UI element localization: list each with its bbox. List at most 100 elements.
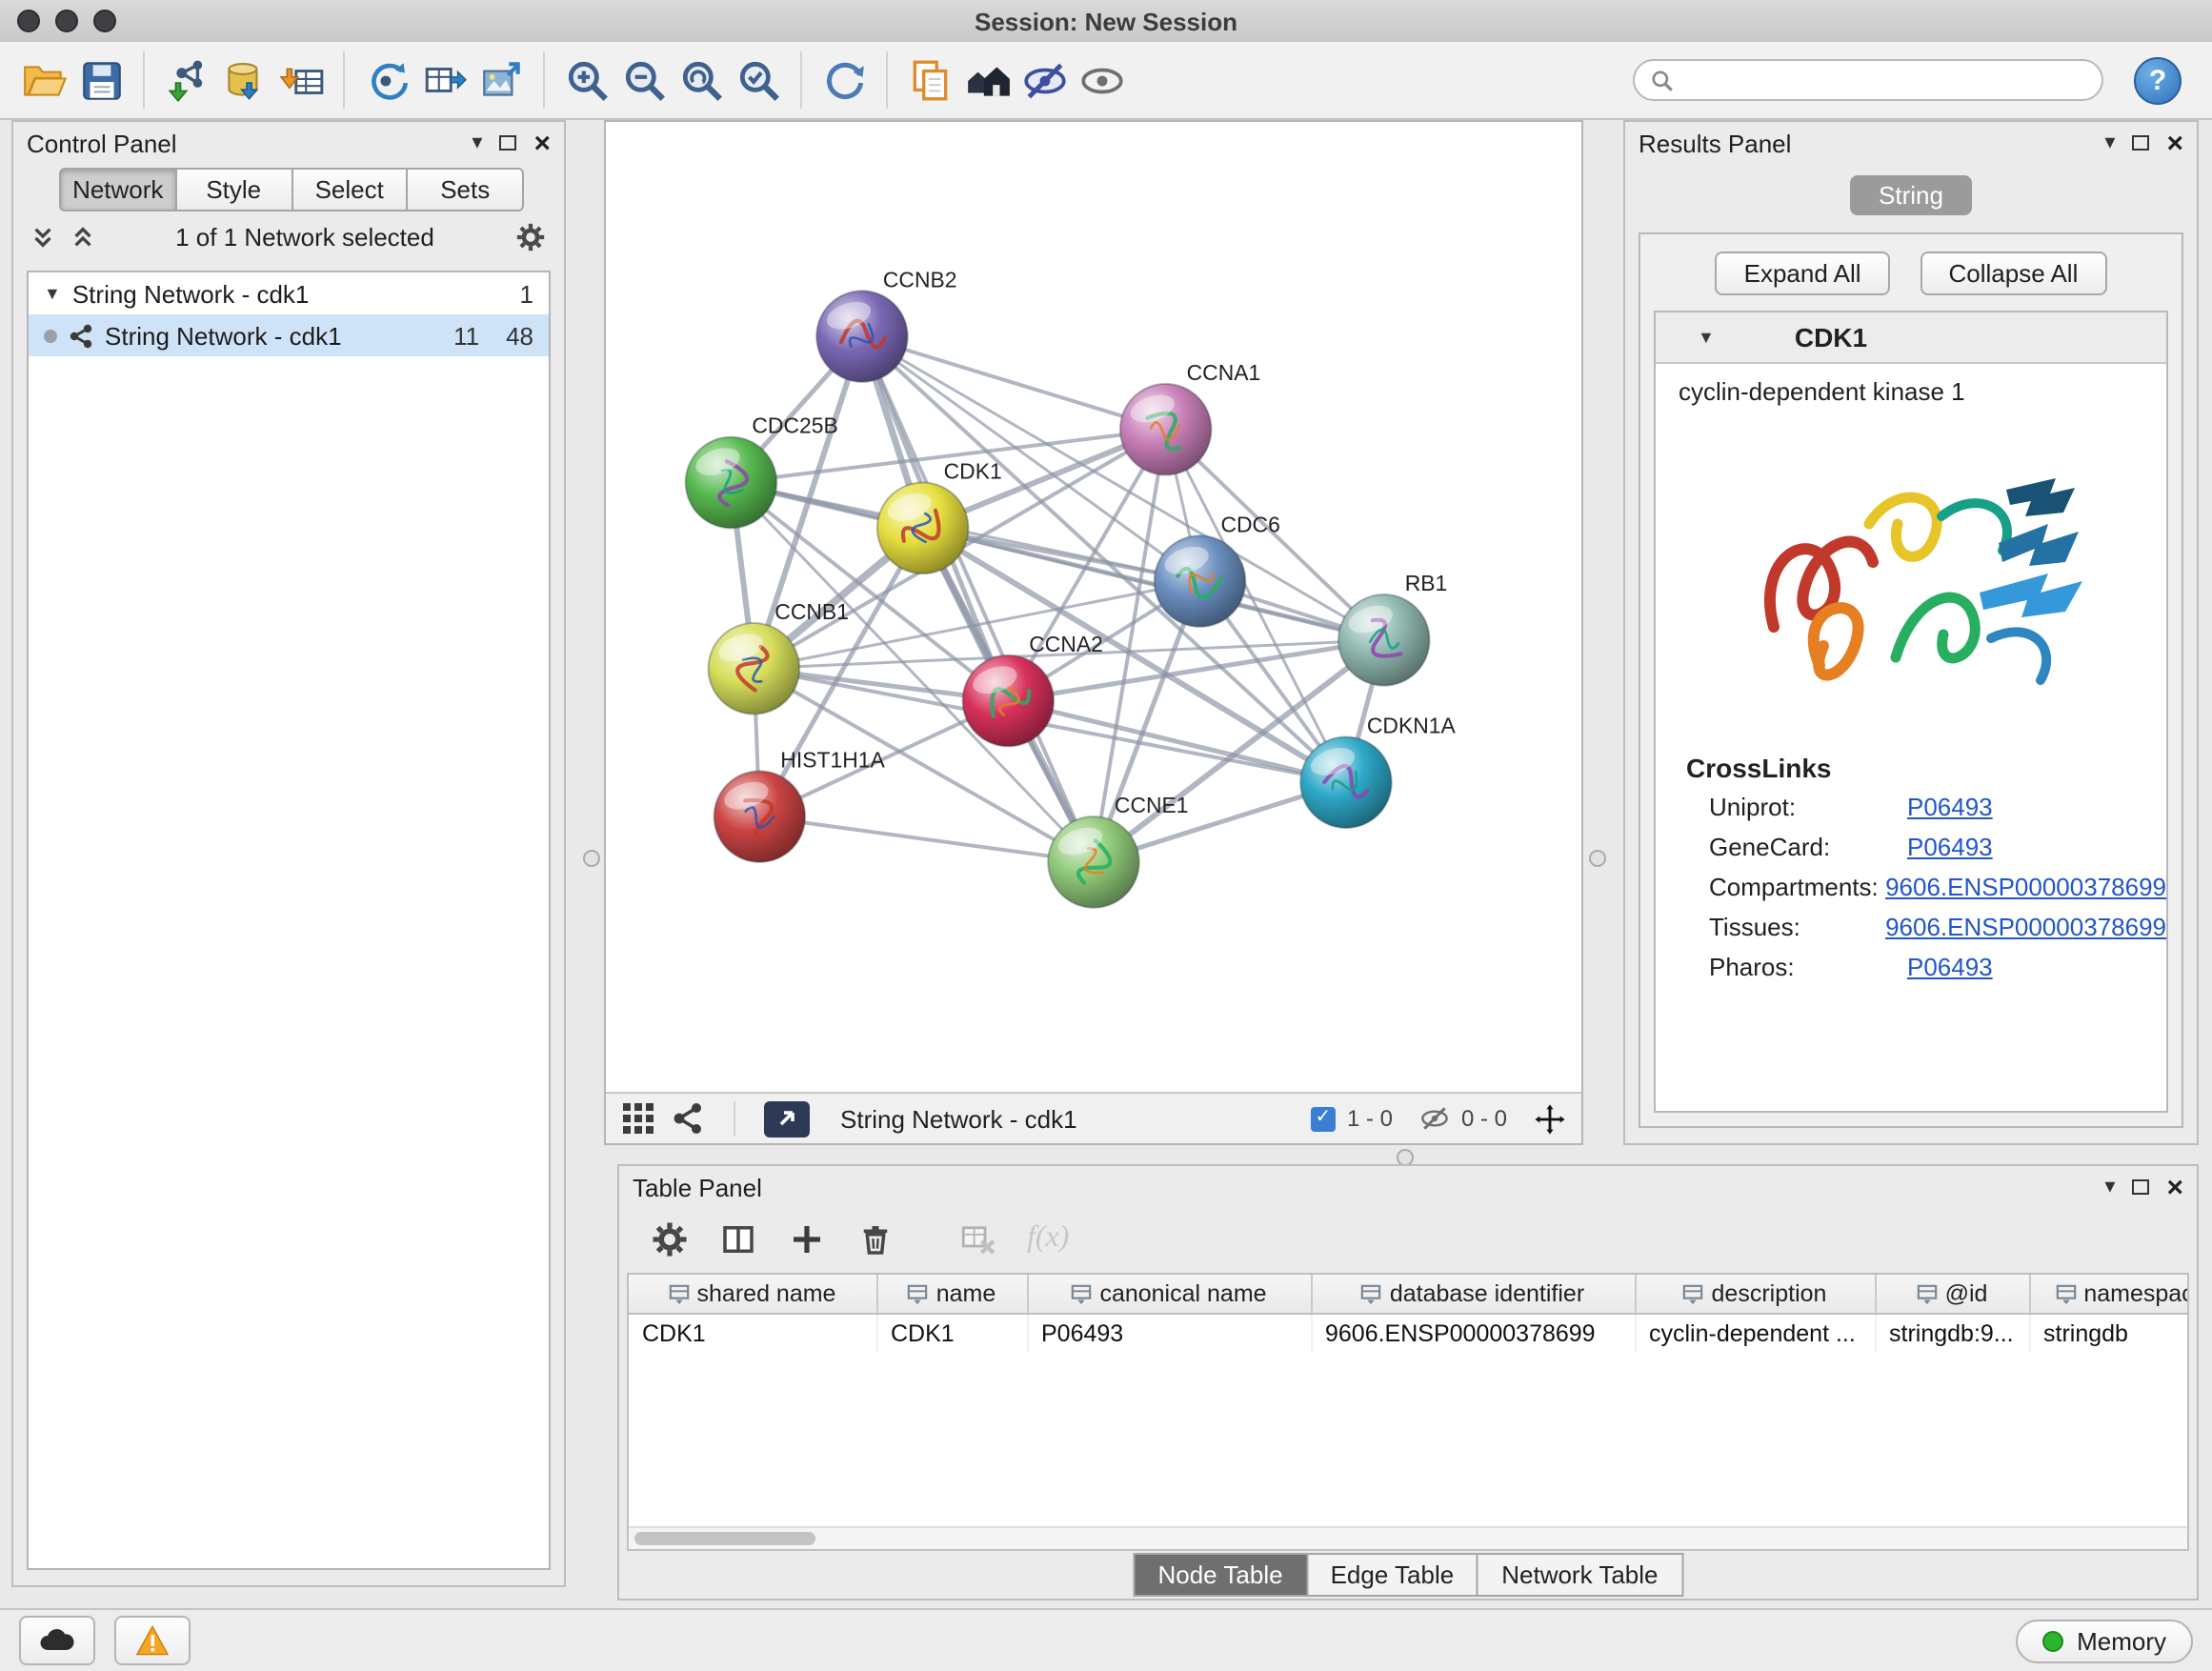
- column-header[interactable]: canonical name: [1027, 1275, 1311, 1314]
- disclosure-triangle-icon[interactable]: ▼: [44, 284, 61, 303]
- title-bar: Session: New Session: [0, 0, 2212, 44]
- delete-column-icon[interactable]: [855, 1218, 895, 1258]
- network-edge-HIST1H1A-CCNE1[interactable]: [759, 816, 1094, 862]
- column-header[interactable]: shared name: [629, 1275, 876, 1314]
- tab-select[interactable]: Select: [292, 168, 409, 211]
- network-node-CCNB2[interactable]: CCNB2: [816, 267, 956, 382]
- copy-button[interactable]: [901, 51, 958, 109]
- export-image-button[interactable]: [473, 51, 530, 109]
- network-node-CDK1[interactable]: CDK1: [877, 459, 1002, 574]
- save-session-button[interactable]: [72, 51, 130, 109]
- tab-network-table[interactable]: Network Table: [1478, 1553, 1682, 1597]
- home-button[interactable]: [958, 51, 1016, 109]
- splitter-handle-left[interactable]: [583, 850, 600, 867]
- scrollbar-thumb[interactable]: [634, 1532, 815, 1545]
- crosslink-row: Uniprot: P06493: [1656, 787, 2166, 827]
- zoom-fit-button[interactable]: [673, 51, 730, 109]
- crosslink-link[interactable]: P06493: [1907, 833, 1993, 861]
- collapse-all-icon[interactable]: [30, 224, 55, 249]
- show-columns-icon[interactable]: [718, 1218, 758, 1258]
- import-table-button[interactable]: [272, 51, 330, 109]
- selected-checkbox-icon[interactable]: ✓: [1311, 1106, 1336, 1131]
- horizontal-scrollbar[interactable]: [629, 1526, 2187, 1549]
- crosslink-link[interactable]: P06493: [1907, 793, 1993, 821]
- column-header[interactable]: description: [1635, 1275, 1875, 1314]
- tab-style[interactable]: Style: [177, 168, 293, 211]
- column-header[interactable]: namespac: [2029, 1275, 2189, 1314]
- crosslink-link[interactable]: P06493: [1907, 953, 1993, 981]
- tab-network[interactable]: Network: [59, 168, 177, 211]
- search-box[interactable]: [1633, 59, 2103, 101]
- network-view[interactable]: CCNB2CCNA1CDC25BCDK1CDC6RB1CCNB1CCNA2CDK…: [604, 120, 1583, 1145]
- column-header[interactable]: database identifier: [1311, 1275, 1635, 1314]
- network-view-icon[interactable]: [671, 1101, 705, 1136]
- table-header-row: shared name name canonical name database…: [629, 1275, 2189, 1314]
- network-node-label: CCNA1: [1187, 360, 1261, 385]
- panel-menu-icon[interactable]: ▾: [472, 132, 482, 153]
- network-row[interactable]: String Network - cdk1 11 48: [29, 314, 549, 356]
- zoom-in-button[interactable]: [558, 51, 615, 109]
- tab-node-table[interactable]: Node Table: [1133, 1553, 1307, 1597]
- tab-edge-table[interactable]: Edge Table: [1308, 1553, 1479, 1597]
- search-input[interactable]: [1675, 65, 2086, 95]
- collapse-all-button[interactable]: Collapse All: [1920, 252, 2107, 295]
- detach-view-button[interactable]: [764, 1100, 810, 1137]
- panel-close-icon[interactable]: ×: [2166, 129, 2183, 157]
- network-node-RB1[interactable]: RB1: [1338, 571, 1447, 686]
- add-column-icon[interactable]: [787, 1218, 827, 1258]
- clone-network-button[interactable]: [415, 51, 473, 109]
- panel-close-icon[interactable]: ×: [2166, 1173, 2183, 1201]
- gear-icon[interactable]: [514, 220, 547, 252]
- network-canvas[interactable]: CCNB2CCNA1CDC25BCDK1CDC6RB1CCNB1CCNA2CDK…: [606, 122, 1581, 1092]
- protein-name: CDK1: [1795, 322, 1867, 352]
- gear-icon[interactable]: [650, 1218, 690, 1258]
- panel-menu-icon[interactable]: ▾: [2104, 132, 2115, 153]
- expand-all-button[interactable]: Expand All: [1716, 252, 1890, 295]
- network-selection-status: 1 of 1 Network selected: [111, 222, 499, 251]
- hide-selected-button[interactable]: [1016, 51, 1073, 109]
- disclosure-triangle-icon[interactable]: ▼: [1698, 328, 1715, 347]
- network-node-CCNA1[interactable]: CCNA1: [1120, 360, 1260, 475]
- column-header[interactable]: @id: [1875, 1275, 2029, 1314]
- expand-all-icon[interactable]: [70, 224, 95, 249]
- zoom-out-button[interactable]: [615, 51, 673, 109]
- network-edge-CCNB2-CCNE1[interactable]: [862, 336, 1094, 862]
- tab-string[interactable]: String: [1850, 175, 1972, 215]
- crosslink-row: Pharos: P06493: [1656, 947, 2166, 987]
- zoom-selected-button[interactable]: [730, 51, 787, 109]
- network-collection-row[interactable]: ▼ String Network - cdk1 1: [29, 272, 549, 314]
- tab-sets[interactable]: Sets: [409, 168, 525, 211]
- panel-float-icon[interactable]: [499, 135, 516, 151]
- table-row[interactable]: CDK1 CDK1 P06493 9606.ENSP00000378699 cy…: [629, 1314, 2189, 1353]
- import-network-file-button[interactable]: [158, 51, 215, 109]
- birds-eye-icon[interactable]: [1534, 1102, 1566, 1135]
- network-node-HIST1H1A[interactable]: HIST1H1A: [714, 747, 886, 862]
- crosslink-link[interactable]: 9606.ENSP00000378699: [1885, 873, 2166, 901]
- show-all-button[interactable]: [1073, 51, 1130, 109]
- column-header[interactable]: name: [876, 1275, 1027, 1314]
- network-node-CDKN1A[interactable]: CDKN1A: [1300, 713, 1456, 828]
- cloud-button[interactable]: [19, 1616, 95, 1665]
- warning-button[interactable]: [114, 1616, 191, 1665]
- import-network-database-button[interactable]: [215, 51, 272, 109]
- panel-close-icon[interactable]: ×: [533, 129, 551, 157]
- toolbar-separator: [143, 51, 145, 109]
- crosslink-label: Compartments:: [1709, 873, 1885, 901]
- memory-button[interactable]: Memory: [2016, 1619, 2193, 1662]
- panel-float-icon[interactable]: [2132, 1179, 2149, 1195]
- hidden-eye-slash-icon[interactable]: [1419, 1103, 1450, 1134]
- splitter-handle-right[interactable]: [1589, 850, 1606, 867]
- current-network-indicator: [44, 329, 57, 342]
- refresh-button[interactable]: [815, 51, 873, 109]
- network-edge-CCNB2-CCNA1[interactable]: [862, 336, 1166, 430]
- open-session-button[interactable]: [15, 51, 72, 109]
- grid-view-icon[interactable]: [621, 1101, 655, 1136]
- protein-section-header[interactable]: ▼ CDK1: [1656, 312, 2166, 364]
- results-panel-header: Results Panel ▾ ×: [1625, 122, 2197, 164]
- crosslink-link[interactable]: 9606.ENSP00000378699: [1885, 913, 2166, 941]
- new-network-button[interactable]: [358, 51, 415, 109]
- panel-menu-icon[interactable]: ▾: [2104, 1177, 2115, 1198]
- help-button[interactable]: ?: [2134, 56, 2182, 104]
- panel-float-icon[interactable]: [2132, 135, 2149, 151]
- control-panel-header: Control Panel ▾ ×: [13, 122, 564, 164]
